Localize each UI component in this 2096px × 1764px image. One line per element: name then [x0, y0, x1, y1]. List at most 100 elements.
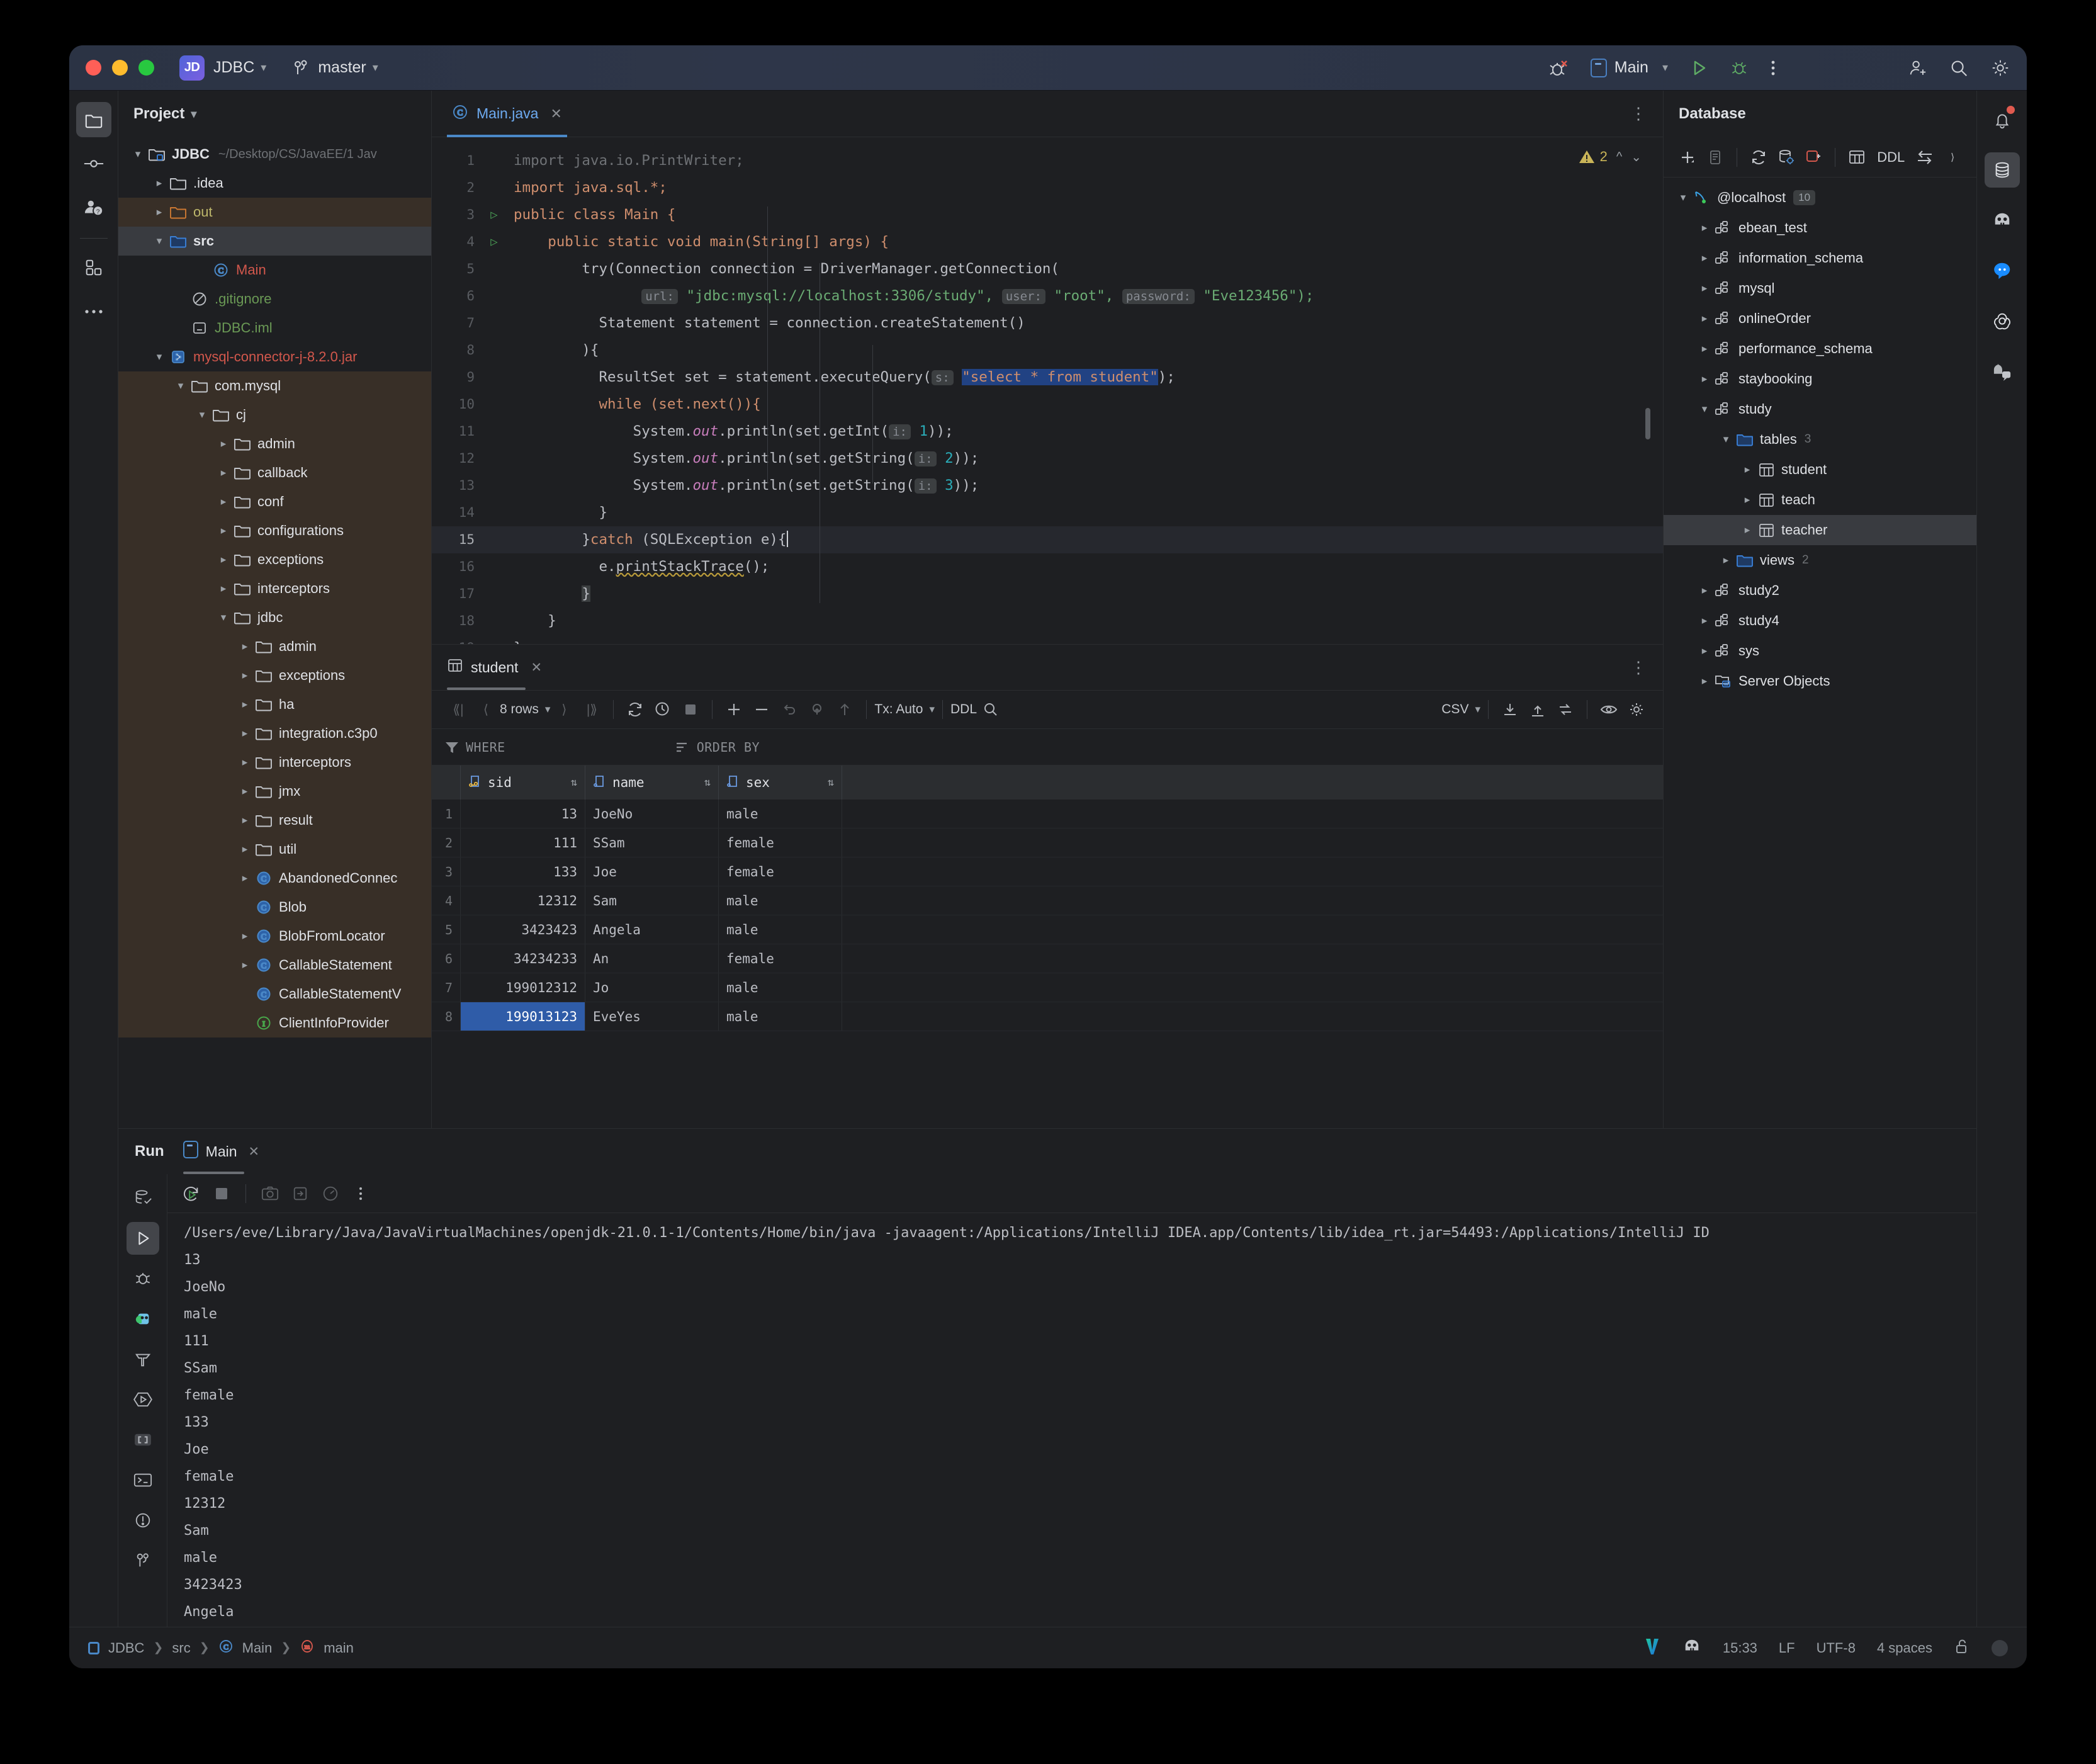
- chevron-right-icon[interactable]: ▸: [215, 524, 232, 537]
- project-tree-item[interactable]: ▸ out: [118, 198, 431, 227]
- database-tree-item[interactable]: ▾ tables 3: [1664, 424, 1976, 455]
- build-icon[interactable]: [127, 1343, 159, 1376]
- refresh-icon[interactable]: [1745, 144, 1772, 171]
- cell-name[interactable]: EveYes: [585, 1002, 719, 1031]
- chevron-down-icon[interactable]: ▾: [194, 409, 210, 421]
- cell-sid[interactable]: 13: [461, 800, 585, 828]
- go-icon[interactable]: [127, 1303, 159, 1335]
- run-configuration-selector[interactable]: Main ▾: [1590, 58, 1668, 77]
- chevron-right-icon[interactable]: ▸: [215, 582, 232, 595]
- add-user-icon[interactable]: [1907, 58, 1927, 78]
- close-icon[interactable]: ✕: [249, 1144, 260, 1160]
- ddl-button[interactable]: DDL: [950, 702, 977, 717]
- result-grid-rows[interactable]: 1 13 JoeNo male 2 111 SSam female 3 133 Joe female 4…: [432, 800, 1663, 1031]
- intellij-v-icon[interactable]: [1643, 1637, 1661, 1659]
- project-tree-item[interactable]: ▾ src: [118, 227, 431, 256]
- project-tree-item[interactable]: ▸ C CallableStatement: [118, 951, 431, 980]
- upload-icon[interactable]: [1524, 696, 1552, 723]
- project-tree-item[interactable]: ▸ ha: [118, 690, 431, 719]
- breadcrumb-item-main-method[interactable]: main: [324, 1640, 354, 1656]
- branch-selector[interactable]: master ▾: [293, 59, 378, 77]
- database-tree-item[interactable]: ▸ study2: [1664, 575, 1976, 606]
- cell-name[interactable]: Angela: [585, 915, 719, 944]
- cell-sid[interactable]: 12312: [461, 886, 585, 915]
- breadcrumb-item-main-class[interactable]: Main: [242, 1640, 273, 1656]
- cell-sex[interactable]: male: [719, 800, 842, 828]
- gear-icon[interactable]: [1990, 58, 2010, 78]
- chevron-down-icon[interactable]: ▾: [373, 61, 378, 74]
- sort-icon[interactable]: ⇅: [571, 776, 577, 789]
- run-gutter-icon[interactable]: ▷: [485, 229, 504, 256]
- run-tab-main[interactable]: Main ✕: [183, 1129, 259, 1174]
- submit-icon[interactable]: [831, 696, 859, 723]
- chevron-down-icon[interactable]: ▾: [172, 380, 189, 392]
- table-row[interactable]: 1 13 JoeNo male: [432, 800, 1663, 828]
- chevron-right-icon[interactable]: ▸: [237, 843, 253, 856]
- inspection-widget[interactable]: 2 ^ ⌄: [1579, 149, 1642, 165]
- first-page-icon[interactable]: ⟪|: [444, 696, 472, 723]
- database-tree-item[interactable]: ▸ information_schema: [1664, 243, 1976, 273]
- history-icon[interactable]: [649, 696, 677, 723]
- column-header-sex[interactable]: sex ⇅: [719, 766, 842, 800]
- next-problem-icon[interactable]: ⌄: [1631, 149, 1642, 165]
- chevron-right-icon[interactable]: ▸: [1696, 312, 1713, 325]
- problems-icon[interactable]: [127, 1504, 159, 1537]
- prev-page-icon[interactable]: ⟨: [472, 696, 500, 723]
- database-tree-item[interactable]: ▸ Server Objects: [1664, 666, 1976, 696]
- stop-icon[interactable]: [677, 696, 704, 723]
- project-tree-item[interactable]: ▸ .idea: [118, 169, 431, 198]
- ai-chat-icon[interactable]: [1985, 253, 2020, 288]
- chevron-right-icon[interactable]: ▸: [215, 438, 232, 450]
- project-tree-item[interactable]: ▸ exceptions: [118, 661, 431, 690]
- background-tasks-indicator[interactable]: [1992, 1639, 2008, 1656]
- table-row[interactable]: 7 199012312 Jo male: [432, 973, 1663, 1002]
- warning-count-badge[interactable]: 2: [1579, 149, 1608, 165]
- chevron-right-icon[interactable]: ▸: [237, 669, 253, 682]
- chevron-right-icon[interactable]: ▸: [1696, 645, 1713, 657]
- chevron-right-icon[interactable]: ▸: [1739, 494, 1755, 506]
- order-by-filter[interactable]: ORDER BY: [675, 740, 760, 755]
- project-tree-item[interactable]: ▸ result: [118, 806, 431, 835]
- encoding-label[interactable]: UTF-8: [1817, 1640, 1856, 1656]
- chevron-down-icon[interactable]: ▾: [151, 235, 167, 247]
- ddl-button[interactable]: DDL: [1871, 149, 1911, 166]
- debug-icon[interactable]: [1730, 59, 1749, 77]
- compare-icon[interactable]: [1552, 696, 1579, 723]
- chevron-right-icon[interactable]: ▸: [237, 640, 253, 653]
- cell-name[interactable]: An: [585, 944, 719, 973]
- next-page-icon[interactable]: ⟩: [550, 696, 578, 723]
- cell-name[interactable]: SSam: [585, 828, 719, 857]
- chevron-right-icon[interactable]: ⟩: [1939, 144, 1966, 171]
- revert-icon[interactable]: [775, 696, 803, 723]
- chevron-right-icon[interactable]: ▸: [215, 466, 232, 479]
- chevron-down-icon[interactable]: ▾: [261, 61, 266, 74]
- chevron-right-icon[interactable]: ▸: [151, 177, 167, 189]
- more-tool-windows-icon[interactable]: [76, 294, 111, 329]
- breadcrumb[interactable]: JDBC ❯ src ❯ C Main ❯ m main: [88, 1639, 354, 1658]
- project-tree-item[interactable]: ▸ conf: [118, 487, 431, 516]
- prev-problem-icon[interactable]: ^: [1616, 150, 1622, 164]
- refresh-icon[interactable]: [621, 696, 649, 723]
- database-tool-icon[interactable]: [1984, 152, 2020, 188]
- result-tab-student[interactable]: student ✕: [447, 645, 542, 690]
- database-tree-item[interactable]: ▸ views 2: [1664, 545, 1976, 575]
- project-tree-item[interactable]: ▸ interceptors: [118, 748, 431, 777]
- editor-scrollbar[interactable]: [1645, 408, 1650, 439]
- project-tree-item[interactable]: ▸ admin: [118, 632, 431, 661]
- project-tree-item[interactable]: ▾ jdbc: [118, 603, 431, 632]
- database-tree-item[interactable]: ▸ ebean_test: [1664, 213, 1976, 243]
- database-tree-item[interactable]: ▸ performance_schema: [1664, 334, 1976, 364]
- breadcrumb-item-src[interactable]: src: [172, 1640, 190, 1656]
- chevron-right-icon[interactable]: ▸: [237, 872, 253, 885]
- branch-name-label[interactable]: master: [318, 59, 366, 77]
- codewithme-icon[interactable]: [1682, 1637, 1701, 1659]
- chevron-down-icon[interactable]: ▾: [130, 148, 146, 161]
- indent-label[interactable]: 4 spaces: [1877, 1640, 1932, 1656]
- cell-sex[interactable]: male: [719, 973, 842, 1002]
- minimize-window-button[interactable]: [112, 60, 128, 76]
- cell-sid[interactable]: 199012312: [461, 973, 585, 1002]
- codewithme-icon[interactable]: [1985, 203, 2020, 238]
- project-tree-item[interactable]: ▸ callback: [118, 458, 431, 487]
- transaction-mode-selector[interactable]: Tx: Auto ▾: [874, 702, 935, 717]
- project-tree-item[interactable]: .gitignore: [118, 285, 431, 314]
